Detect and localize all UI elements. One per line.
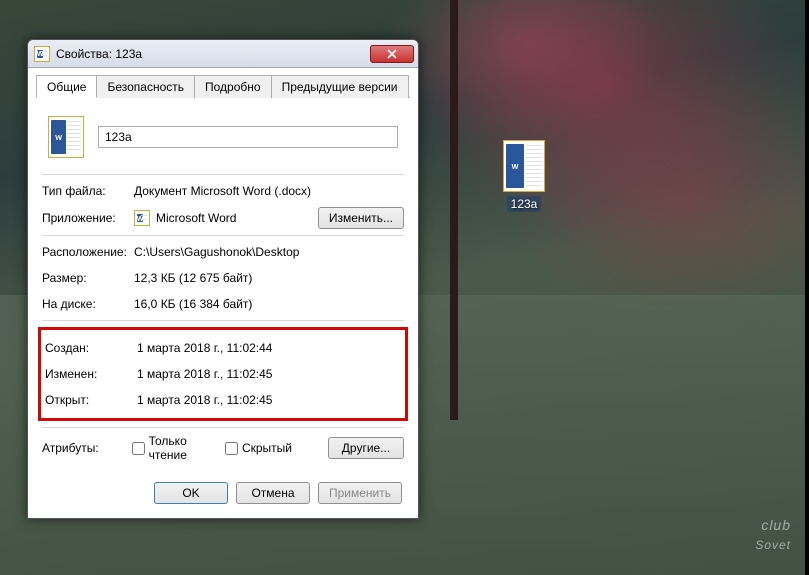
modified-label: Изменен: — [45, 367, 137, 381]
desktop-file-icon[interactable]: 123a — [489, 140, 559, 212]
hidden-checkbox[interactable] — [225, 442, 238, 455]
tab-details[interactable]: Подробно — [194, 75, 272, 98]
disk-label: На диске: — [42, 297, 134, 311]
close-icon — [387, 49, 397, 59]
size-row: Размер: 12,3 КБ (12 675 байт) — [42, 268, 404, 288]
ok-button[interactable]: OK — [154, 482, 228, 504]
attributes-label: Атрибуты: — [42, 441, 114, 455]
tabs-bar: Общие Безопасность Подробно Предыдущие в… — [36, 74, 410, 98]
opens-with-row: Приложение: Microsoft Word Изменить... — [42, 207, 404, 229]
filename-input[interactable] — [98, 126, 398, 148]
readonly-label: Только чтение — [149, 434, 207, 462]
readonly-checkbox[interactable] — [132, 442, 145, 455]
general-panel: Тип файла: Документ Microsoft Word (.doc… — [36, 106, 410, 472]
divider — [42, 320, 404, 321]
divider — [42, 174, 404, 175]
created-label: Создан: — [45, 341, 137, 355]
hidden-checkbox-wrap[interactable]: Скрытый — [225, 441, 292, 455]
advanced-attributes-button[interactable]: Другие... — [328, 437, 404, 459]
location-row: Расположение: C:\Users\Gagushonok\Deskto… — [42, 242, 404, 262]
change-app-button[interactable]: Изменить... — [318, 207, 404, 229]
file-type-icon — [48, 116, 84, 158]
divider — [42, 235, 404, 236]
location-value: C:\Users\Gagushonok\Desktop — [134, 245, 404, 259]
accessed-label: Открыт: — [45, 393, 137, 407]
accessed-value: 1 марта 2018 г., 11:02:45 — [137, 393, 401, 407]
titlebar-word-icon — [34, 46, 50, 62]
right-margin — [805, 0, 809, 575]
watermark-small: club — [755, 517, 791, 533]
close-button[interactable] — [370, 45, 414, 63]
divider — [42, 427, 404, 428]
hidden-label: Скрытый — [242, 441, 292, 455]
dates-highlight: Создан: 1 марта 2018 г., 11:02:44 Измене… — [38, 327, 408, 421]
location-label: Расположение: — [42, 245, 134, 259]
readonly-checkbox-wrap[interactable]: Только чтение — [132, 434, 207, 462]
modified-row: Изменен: 1 марта 2018 г., 11:02:45 — [45, 364, 401, 384]
attributes-row: Атрибуты: Только чтение Скрытый Другие..… — [42, 434, 404, 462]
watermark: club Sovet — [755, 517, 791, 557]
accessed-row: Открыт: 1 марта 2018 г., 11:02:45 — [45, 390, 401, 410]
modified-value: 1 марта 2018 г., 11:02:45 — [137, 367, 401, 381]
file-header — [42, 110, 404, 168]
dialog-body: Общие Безопасность Подробно Предыдущие в… — [28, 68, 418, 518]
desktop-file-label: 123a — [507, 196, 542, 212]
tab-security[interactable]: Безопасность — [96, 75, 195, 98]
app-label: Приложение: — [42, 211, 134, 225]
created-value: 1 марта 2018 г., 11:02:44 — [137, 341, 401, 355]
app-word-icon — [134, 210, 150, 226]
cancel-button[interactable]: Отмена — [236, 482, 310, 504]
tab-general[interactable]: Общие — [36, 75, 97, 98]
dialog-title: Свойства: 123a — [56, 47, 370, 61]
wallpaper-tree — [450, 0, 458, 420]
dialog-button-bar: OK Отмена Применить — [36, 472, 410, 508]
apply-button[interactable]: Применить — [318, 482, 402, 504]
file-type-value: Документ Microsoft Word (.docx) — [134, 184, 404, 198]
word-doc-icon — [503, 140, 545, 192]
file-type-row: Тип файла: Документ Microsoft Word (.doc… — [42, 181, 404, 201]
size-on-disk-row: На диске: 16,0 КБ (16 384 байт) — [42, 294, 404, 314]
file-type-label: Тип файла: — [42, 184, 134, 198]
created-row: Создан: 1 марта 2018 г., 11:02:44 — [45, 338, 401, 358]
size-label: Размер: — [42, 271, 134, 285]
disk-value: 16,0 КБ (16 384 байт) — [134, 297, 404, 311]
size-value: 12,3 КБ (12 675 байт) — [134, 271, 404, 285]
properties-dialog: Свойства: 123a Общие Безопасность Подроб… — [27, 39, 419, 519]
dialog-titlebar[interactable]: Свойства: 123a — [28, 40, 418, 68]
tab-previous-versions[interactable]: Предыдущие версии — [271, 75, 409, 98]
app-value: Microsoft Word — [156, 211, 318, 225]
watermark-main: Sovet — [755, 538, 791, 552]
